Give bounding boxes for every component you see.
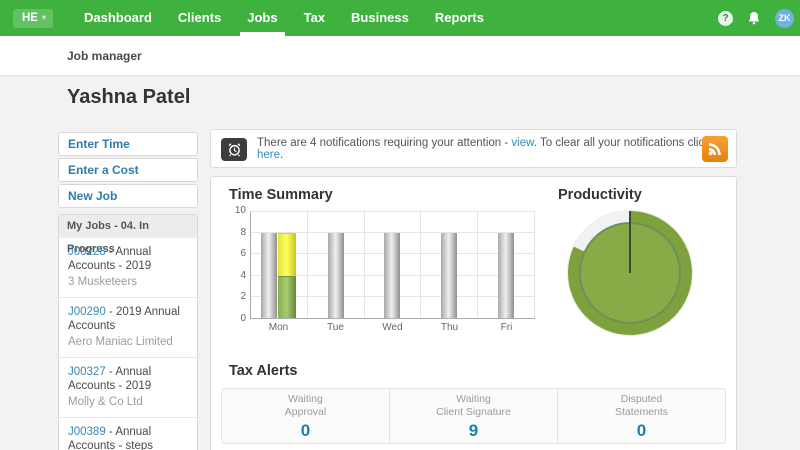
waiting-approval-count[interactable]: 0 xyxy=(301,421,310,441)
nav-item-business[interactable]: Business xyxy=(338,0,422,36)
x-tick-label: Tue xyxy=(307,322,364,333)
job-code-link[interactable]: J00228 xyxy=(68,246,106,258)
time-summary-xaxis: MonTueWedThuFri xyxy=(250,322,535,333)
y-tick-label: 6 xyxy=(233,248,247,259)
view-notifications-link[interactable]: view xyxy=(511,137,533,149)
job-list-item[interactable]: J00327 - Annual Accounts - 2019 Molly & … xyxy=(59,357,197,417)
x-tick-label: Fri xyxy=(478,322,535,333)
breadcrumb[interactable]: Job manager xyxy=(67,49,142,63)
nav-item-reports[interactable]: Reports xyxy=(422,0,497,36)
job-manager-page: HE ▾ Dashboard Clients Jobs Tax Business… xyxy=(0,0,800,450)
nav-item-dashboard[interactable]: Dashboard xyxy=(71,0,165,36)
job-list-item[interactable]: J00389 - Annual Accounts - steps Molly &… xyxy=(59,417,197,450)
time-summary-yaxis: 0246810 xyxy=(233,211,247,319)
waiting-client-signature-count[interactable]: 9 xyxy=(469,421,478,441)
y-tick-label: 4 xyxy=(233,270,247,281)
chevron-down-icon: ▾ xyxy=(42,13,46,22)
x-tick-label: Mon xyxy=(250,322,307,333)
productivity-gauge xyxy=(568,211,692,335)
job-client: 3 Musketeers xyxy=(68,275,188,289)
nav-item-clients[interactable]: Clients xyxy=(165,0,234,36)
clear-notifications-link[interactable]: here xyxy=(257,149,280,161)
time-summary-plot xyxy=(250,211,535,319)
help-icon[interactable]: ? xyxy=(718,11,733,26)
time-summary-title: Time Summary xyxy=(229,187,333,203)
nav-menu: Dashboard Clients Jobs Tax Business Repo… xyxy=(71,0,497,36)
x-tick-label: Thu xyxy=(421,322,478,333)
rss-feed-icon[interactable] xyxy=(702,136,728,162)
grey-bar xyxy=(328,233,344,318)
breadcrumb-bar: Job manager xyxy=(0,36,800,76)
dashboard-panel: Time Summary 0 2 4 6 8 10 MonTueWedThuFri Pro… xyxy=(210,176,737,450)
chart-slot-thu xyxy=(421,212,478,318)
tax-alerts-panel: WaitingApproval 0 WaitingClient Signatur… xyxy=(221,388,726,444)
job-client: Aero Maniac Limited xyxy=(68,335,188,349)
job-code-link[interactable]: J00290 xyxy=(68,306,106,318)
user-avatar[interactable]: ZK xyxy=(775,9,794,28)
job-list-item[interactable]: J00290 - 2019 Annual Accounts Aero Mania… xyxy=(59,297,197,357)
x-tick-label: Wed xyxy=(364,322,421,333)
notifications-bell-icon[interactable] xyxy=(746,10,762,26)
sidebar: Enter Time Enter a Cost New Job My Jobs … xyxy=(58,132,198,450)
workspace-label: HE xyxy=(22,12,38,24)
y-tick-label: 0 xyxy=(233,313,247,324)
job-list-item[interactable]: J00228 - Annual Accounts - 2019 3 Musket… xyxy=(59,238,197,297)
workspace-switcher[interactable]: HE ▾ xyxy=(13,9,53,28)
alarm-clock-icon xyxy=(221,138,247,161)
grey-bar xyxy=(261,233,277,318)
tax-alert-waiting-client-signature: WaitingClient Signature 9 xyxy=(390,389,558,443)
enter-cost-button[interactable]: Enter a Cost xyxy=(58,158,198,182)
job-client: Molly & Co Ltd xyxy=(68,395,188,409)
tax-alerts-title: Tax Alerts xyxy=(229,363,298,379)
top-nav: HE ▾ Dashboard Clients Jobs Tax Business… xyxy=(0,0,800,36)
stacked-bar xyxy=(278,233,296,318)
my-jobs-in-progress-header[interactable]: My Jobs - 04. In Progress xyxy=(59,215,197,238)
job-code-link[interactable]: J00389 xyxy=(68,426,106,438)
nav-item-jobs[interactable]: Jobs xyxy=(234,0,290,36)
nav-right-icons: ? ZK xyxy=(718,0,800,36)
tax-alert-waiting-approval: WaitingApproval 0 xyxy=(222,389,390,443)
chart-slot-tue xyxy=(308,212,365,318)
productivity-gauge-needle xyxy=(629,211,631,273)
notification-message: There are 4 notifications requiring your… xyxy=(257,130,736,167)
y-tick-label: 2 xyxy=(233,291,247,302)
green-segment xyxy=(278,276,296,318)
new-job-button[interactable]: New Job xyxy=(58,184,198,208)
grey-bar xyxy=(441,233,457,318)
tax-alert-disputed-statements: DisputedStatements 0 xyxy=(558,389,725,443)
productivity-title: Productivity xyxy=(558,187,642,203)
my-jobs-in-progress-section: My Jobs - 04. In Progress J00228 - Annua… xyxy=(58,214,198,450)
chart-slot-wed xyxy=(365,212,422,318)
y-tick-label: 8 xyxy=(233,227,247,238)
nav-item-tax[interactable]: Tax xyxy=(291,0,338,36)
grey-bar xyxy=(498,233,514,318)
yellow-segment xyxy=(278,233,296,275)
notification-bar: There are 4 notifications requiring your… xyxy=(210,129,737,168)
y-tick-label: 10 xyxy=(233,205,247,216)
time-summary-chart: 0246810 MonTueWedThuFri xyxy=(233,211,535,343)
chart-slot-mon xyxy=(251,212,308,318)
chart-slot-fri xyxy=(478,212,535,318)
disputed-statements-count[interactable]: 0 xyxy=(637,421,646,441)
grey-bar xyxy=(384,233,400,318)
page-title: Yashna Patel xyxy=(67,86,190,109)
enter-time-button[interactable]: Enter Time xyxy=(58,132,198,156)
job-code-link[interactable]: J00327 xyxy=(68,366,106,378)
